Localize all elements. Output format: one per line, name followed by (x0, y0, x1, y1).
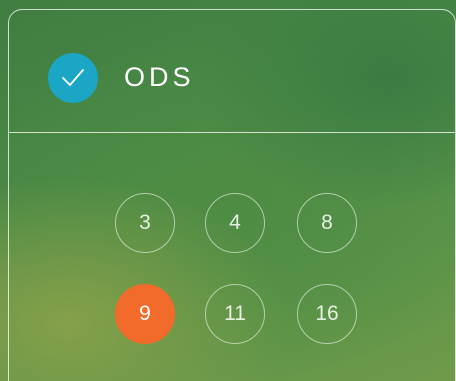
goal-option-4[interactable]: 4 (205, 193, 265, 253)
ods-card: ODS 3 4 8 9 11 16 (8, 9, 456, 381)
goal-options: 3 4 8 9 11 16 (9, 10, 455, 381)
goal-option-3[interactable]: 3 (115, 193, 175, 253)
goal-option-9[interactable]: 9 (115, 284, 175, 344)
goal-option-8[interactable]: 8 (297, 193, 357, 253)
goal-option-16[interactable]: 16 (297, 284, 357, 344)
goal-option-11[interactable]: 11 (205, 284, 265, 344)
